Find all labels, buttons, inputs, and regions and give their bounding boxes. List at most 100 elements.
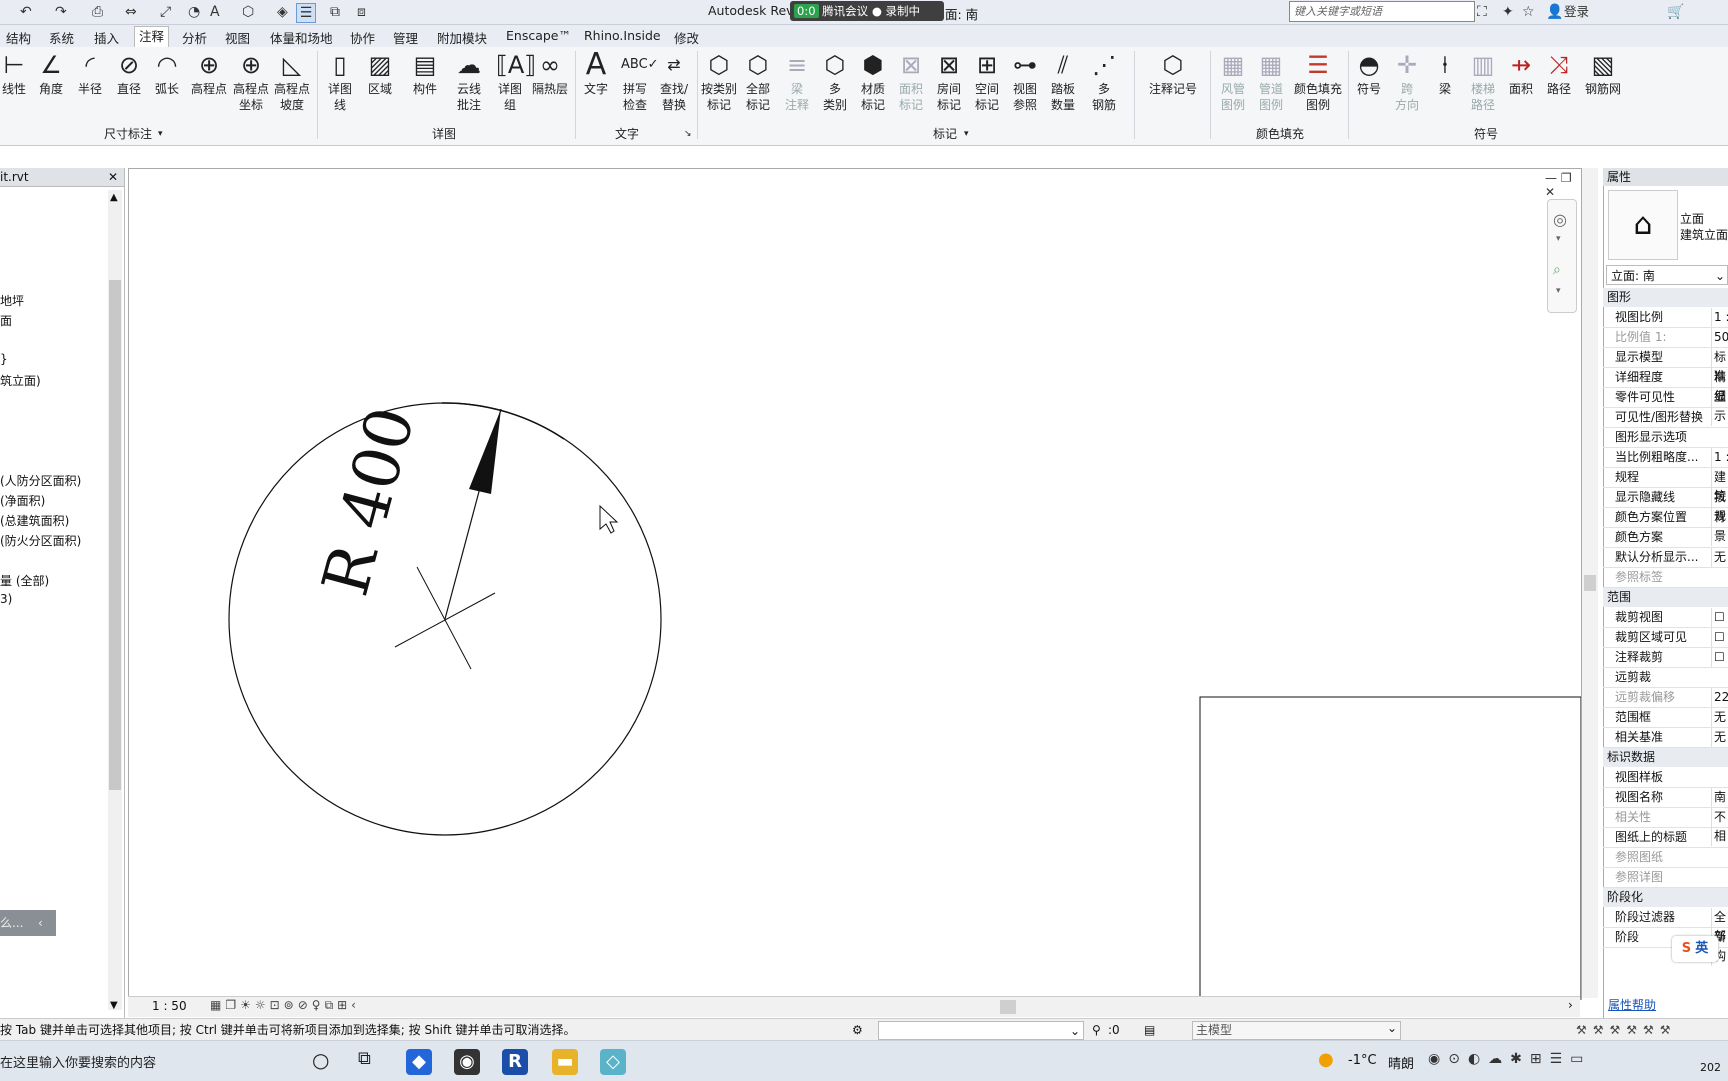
property-value[interactable]: 1 :	[1711, 308, 1728, 327]
detail-group-button[interactable]: ⟦A⟧ 详图 组	[490, 51, 536, 113]
property-value[interactable]: 无	[1711, 548, 1728, 567]
weather-desc[interactable]: 晴朗	[1388, 1053, 1414, 1072]
design-options-icon[interactable]: ▤	[1144, 1019, 1155, 1041]
tab-collaborate[interactable]: 协作	[350, 28, 375, 47]
properties-help-link[interactable]: 属性帮助	[1608, 996, 1656, 1013]
aligned-dimension-icon[interactable]: ⤢	[160, 3, 171, 21]
view-scale[interactable]: 1 : 50	[152, 999, 187, 1013]
property-value[interactable]: 无	[1711, 708, 1728, 727]
view-controls-icons[interactable]: ▦❐☀☼⊡⊚⊘♀⧉⊞‹	[210, 998, 360, 1013]
property-row[interactable]: 图形显示选项	[1603, 428, 1728, 448]
measure-icon[interactable]: ⇔	[125, 3, 137, 21]
duct-legend-button[interactable]: ▦ 风管 图例	[1213, 51, 1253, 113]
filter-icon[interactable]: ⚲	[1092, 1019, 1101, 1041]
scroll-right-icon[interactable]: ›	[1568, 998, 1573, 1012]
restore-icon[interactable]: ❐	[1561, 171, 1572, 185]
spot-elevation-button[interactable]: ⊕ 高程点	[187, 51, 231, 97]
tab-structure[interactable]: 结构	[6, 28, 31, 47]
tab-massing-site[interactable]: 体量和场地	[270, 28, 333, 47]
print-icon[interactable]: ⎙	[92, 3, 103, 21]
beam-symbol-button[interactable]: ⍿ 梁	[1425, 51, 1465, 97]
binoculars-icon[interactable]: ⛶	[1477, 3, 1487, 21]
property-section-header[interactable]: 阶段化	[1603, 888, 1728, 907]
tree-item[interactable]: 3)	[0, 592, 12, 606]
tray-icons[interactable]: ◉⊙◐☁✱⊞☰▭	[1428, 1051, 1591, 1067]
tag-by-category-button[interactable]: ⬡ 按类别 标记	[698, 51, 740, 113]
tab-annotate[interactable]: 注释	[134, 26, 170, 48]
property-row[interactable]: 裁剪区域可见 ☐	[1603, 628, 1728, 648]
text-button[interactable]: A 文字	[576, 50, 616, 97]
cart-icon[interactable]: 🛒	[1667, 3, 1684, 21]
property-section-header[interactable]: 标识数据	[1603, 748, 1728, 767]
app-icon[interactable]: ◇	[600, 1049, 626, 1075]
property-row[interactable]: 比例值 1: 50	[1603, 328, 1728, 348]
property-value[interactable]: ☐	[1711, 628, 1728, 647]
close-icon[interactable]: ✕	[108, 168, 118, 186]
property-row[interactable]: 参照标签	[1603, 568, 1728, 588]
area-tag-button[interactable]: ⊠ 面积 标记	[891, 51, 931, 113]
find-replace-button[interactable]: ⇄ 查找/ 替换	[654, 51, 694, 113]
tab-manage[interactable]: 管理	[393, 28, 418, 47]
tread-number-button[interactable]: ⫽ 踏板 数量	[1043, 51, 1083, 113]
tree-item[interactable]: (净面积)	[0, 492, 45, 509]
tree-item[interactable]: 筑立面)	[0, 372, 41, 389]
file-explorer-icon[interactable]: ▬	[552, 1049, 578, 1075]
property-row[interactable]: 视图名称 南	[1603, 788, 1728, 808]
dimension-dropdown-icon[interactable]: ▾	[158, 129, 163, 139]
redo-icon[interactable]: ↷	[55, 3, 67, 21]
color-fill-legend-button[interactable]: ☰ 颜色填充 图例	[1290, 51, 1346, 113]
undo-icon[interactable]: ↶	[20, 3, 32, 21]
3d-view-icon[interactable]: ⬡	[242, 3, 254, 21]
tag-dropdown-icon[interactable]: ▾	[964, 129, 969, 139]
property-value[interactable]: 1 :	[1711, 448, 1728, 467]
thin-lines-icon[interactable]: ☰	[296, 3, 316, 23]
tab-enscape[interactable]: Enscape™	[506, 28, 571, 43]
scrollbar-thumb[interactable]	[1584, 575, 1596, 591]
dropdown-icon[interactable]: ▾	[1556, 234, 1561, 244]
symbol-button[interactable]: ◓ 符号	[1349, 51, 1389, 97]
property-row[interactable]: 相关性 不相	[1603, 808, 1728, 846]
scrollbar-thumb[interactable]	[109, 280, 121, 790]
insulation-button[interactable]: ∞ 隔热层	[530, 51, 570, 97]
revit-icon[interactable]: R	[502, 1049, 528, 1075]
property-row[interactable]: 颜色方案	[1603, 528, 1728, 548]
property-row[interactable]: 默认分析显示... 无	[1603, 548, 1728, 568]
property-value[interactable]: 50	[1711, 328, 1728, 347]
property-row[interactable]: 远剪裁	[1603, 668, 1728, 688]
property-value[interactable]: ☐	[1711, 648, 1728, 667]
keynote-button[interactable]: ⬡ 注释记号	[1148, 51, 1198, 97]
tab-view[interactable]: 视图	[225, 28, 250, 47]
span-direction-button[interactable]: ✛ 跨 方向	[1387, 51, 1427, 113]
fabric-sheet-button[interactable]: ▧ 钢筋网	[1580, 51, 1626, 97]
property-row[interactable]: 显示隐藏线 按规	[1603, 488, 1728, 526]
multi-category-button[interactable]: ⬡ 多 类别	[815, 51, 855, 113]
worksets-icon[interactable]: ⚙	[852, 1019, 863, 1041]
panel-collapse-tab[interactable]: 么... ‹	[0, 910, 56, 936]
switch-windows-icon[interactable]: ⧈	[357, 3, 366, 21]
space-tag-button[interactable]: ⊞ 空间 标记	[967, 51, 1007, 113]
tag-all-button[interactable]: ⬡ 全部 标记	[738, 51, 778, 113]
property-row[interactable]: 裁剪视图 ☐	[1603, 608, 1728, 628]
linear-dimension-button[interactable]: ⊢ 线性	[0, 51, 34, 97]
tag-icon[interactable]: ◔	[188, 3, 200, 21]
property-row[interactable]: 视图比例 1 :	[1603, 308, 1728, 328]
property-row[interactable]: 图纸上的标题	[1603, 828, 1728, 848]
property-row[interactable]: 阶段过滤器 全部	[1603, 908, 1728, 946]
property-section-header[interactable]: 范围	[1603, 588, 1728, 607]
model-dropdown[interactable]: 主模型 ⌄	[1192, 1021, 1401, 1040]
angular-dimension-button[interactable]: ∠ 角度	[31, 51, 71, 97]
material-tag-button[interactable]: ⬢ 材质 标记	[853, 51, 893, 113]
property-row[interactable]: 参照图纸	[1603, 848, 1728, 868]
property-value[interactable]: 南	[1711, 788, 1728, 807]
instance-selector[interactable]: 立面: 南 ⌄	[1606, 265, 1728, 285]
close-view-icon[interactable]: ✕	[1545, 185, 1555, 199]
favorites-star-icon[interactable]: ☆	[1522, 3, 1535, 21]
spelling-button[interactable]: ABC✓ 拼写 检查	[615, 51, 659, 113]
revision-cloud-button[interactable]: ☁ 云线 批注	[449, 51, 489, 113]
tab-systems[interactable]: 系统	[49, 28, 74, 47]
section-icon[interactable]: ◈	[277, 3, 288, 21]
tree-item[interactable]: 地坪	[0, 292, 24, 309]
beam-annotation-button[interactable]: ≡ 梁 注释	[777, 51, 817, 113]
property-row[interactable]: 显示模型 标准	[1603, 348, 1728, 386]
scroll-down-icon[interactable]: ▼	[110, 1000, 118, 1011]
